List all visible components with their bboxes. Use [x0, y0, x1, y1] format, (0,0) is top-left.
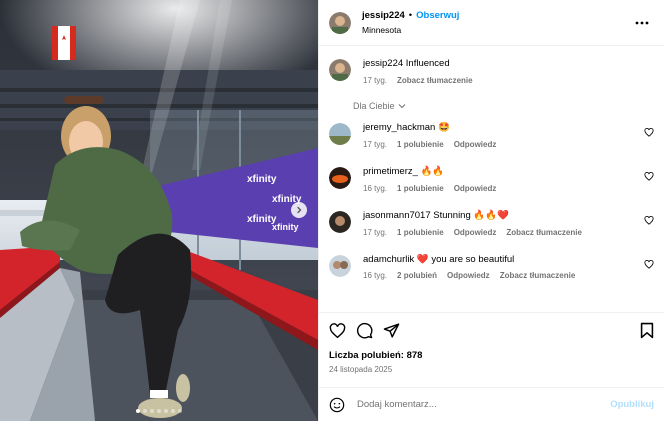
comment-item: jeremy_hackman 🤩 17 tyg. 1 polubienie Od… [329, 122, 654, 149]
carousel-dot [143, 409, 147, 413]
comment-username[interactable]: primetimerz_ [363, 166, 418, 177]
heart-outline-icon [644, 127, 654, 137]
caption-username[interactable]: jessip224 [363, 58, 403, 69]
chevron-right-icon [297, 206, 302, 214]
like-comment-button[interactable] [644, 127, 654, 137]
post-header: jessip224 • Obserwuj Minnesota [319, 0, 664, 46]
more-horizontal-icon [635, 21, 649, 24]
reply-link[interactable]: Odpowiedz [454, 140, 497, 149]
commenter-avatar[interactable] [329, 210, 351, 233]
post-date[interactable]: 24 listopada 2025 [319, 365, 664, 387]
commenter-avatar[interactable] [329, 166, 351, 189]
comment-likes[interactable]: 1 polubienie [397, 140, 444, 149]
comment-time[interactable]: 17 tyg. [363, 140, 387, 149]
post-location[interactable]: Minnesota [362, 25, 632, 35]
comment-text: ❤️ you are so beautiful [416, 253, 515, 265]
like-button[interactable] [329, 322, 346, 339]
comment-likes[interactable]: 1 polubienie [397, 184, 444, 193]
carousel-dot [136, 409, 140, 413]
comment-item: primetimerz_ 🔥🔥 16 tyg. 1 polubienie Odp… [329, 166, 654, 193]
comments-list: jessip224 Influenced 17 tyg. Zobacz tłum… [319, 46, 664, 312]
emoji-smile-icon [329, 397, 345, 412]
post-details-panel: jessip224 • Obserwuj Minnesota jessip224… [318, 0, 664, 421]
comment-username[interactable]: adamchurlik [363, 254, 414, 265]
post-photo: xfinity xfinity xfinity xfinity [0, 0, 318, 421]
likes-count[interactable]: Liczba polubień: 878 [319, 350, 664, 361]
comment-likes[interactable]: 2 polubień [397, 271, 437, 280]
next-photo-button[interactable] [291, 202, 307, 218]
comment-item: jasonmann7017 Stunning 🔥🔥❤️ 17 tyg. 1 po… [329, 210, 654, 237]
heart-outline-icon [329, 322, 346, 338]
comment-time[interactable]: 16 tyg. [363, 184, 387, 193]
svg-text:xfinity: xfinity [272, 222, 299, 232]
post-comment-button[interactable]: Opublikuj [610, 399, 654, 410]
carousel-dot [164, 409, 168, 413]
add-comment-bar: Opublikuj [319, 387, 664, 421]
reply-link[interactable]: Odpowiedz [454, 184, 497, 193]
carousel-dot [157, 409, 161, 413]
share-button[interactable] [383, 322, 400, 339]
sort-dropdown[interactable]: Dla Ciebie [353, 101, 654, 111]
comment-text: 🔥🔥 [420, 165, 445, 177]
brand-sign-text: xfinity [247, 174, 277, 185]
heart-outline-icon [644, 215, 654, 225]
comment-text: Stunning 🔥🔥❤️ [433, 209, 509, 221]
paper-plane-icon [383, 323, 400, 338]
comment-button[interactable] [356, 322, 373, 339]
sort-label: Dla Ciebie [353, 100, 395, 111]
heart-outline-icon [644, 259, 654, 269]
reply-link[interactable]: Odpowiedz [454, 228, 497, 237]
like-comment-button[interactable] [644, 171, 654, 181]
comment-time[interactable]: 16 tyg. [363, 271, 387, 280]
commenter-avatar[interactable] [329, 122, 351, 145]
save-button[interactable] [640, 322, 654, 339]
author-avatar[interactable] [329, 11, 351, 34]
translate-link[interactable]: Zobacz tłumaczenie [500, 271, 576, 280]
bookmark-icon [640, 322, 654, 339]
header-separator: • [408, 10, 413, 22]
follow-button[interactable]: Obserwuj [416, 10, 459, 21]
caption-time[interactable]: 17 tyg. [363, 76, 387, 85]
more-options-button[interactable] [632, 13, 652, 33]
comment-item: adamchurlik ❤️ you are so beautiful 16 t… [329, 253, 654, 280]
caption-text: Influenced [405, 58, 450, 69]
commenter-avatar[interactable] [329, 254, 351, 277]
comment-username[interactable]: jasonmann7017 [363, 210, 431, 221]
comment-likes[interactable]: 1 polubienie [397, 228, 444, 237]
translate-link[interactable]: Zobacz tłumaczenie [506, 228, 582, 237]
arena-scene-image: xfinity xfinity xfinity xfinity [0, 0, 318, 421]
carousel-dot [150, 409, 154, 413]
author-username[interactable]: jessip224 [362, 10, 405, 21]
post-caption: jessip224 Influenced 17 tyg. Zobacz tłum… [329, 58, 654, 85]
carousel-indicator [0, 409, 318, 413]
carousel-dot [171, 409, 175, 413]
comment-time[interactable]: 17 tyg. [363, 228, 387, 237]
comment-username[interactable]: jeremy_hackman [363, 122, 435, 133]
comment-input[interactable] [357, 399, 611, 410]
chevron-down-icon [398, 104, 405, 109]
emoji-button[interactable] [329, 397, 345, 413]
like-comment-button[interactable] [644, 259, 654, 269]
reply-link[interactable]: Odpowiedz [447, 271, 490, 280]
heart-outline-icon [644, 171, 654, 181]
like-comment-button[interactable] [644, 215, 654, 225]
carousel-dot [178, 409, 182, 413]
comment-bubble-icon [356, 322, 373, 339]
translate-link[interactable]: Zobacz tłumaczenie [397, 76, 473, 85]
post-actions-bar [319, 312, 664, 348]
author-avatar[interactable] [329, 59, 351, 81]
comment-text: 🤩 [437, 121, 450, 133]
